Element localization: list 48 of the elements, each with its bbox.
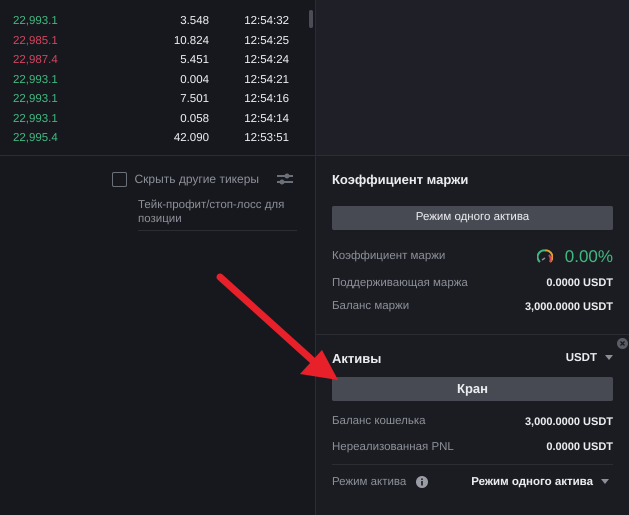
checkbox-label: Скрыть другие тикеры xyxy=(134,171,259,188)
trade-time: 12:54:32 xyxy=(243,14,289,30)
info-icon xyxy=(416,476,428,488)
row-label: Баланс маржи xyxy=(332,299,410,314)
trade-time: 12:54:14 xyxy=(243,112,289,127)
trade-amount: 7.501 xyxy=(179,92,209,108)
faucet-button[interactable]: Кран xyxy=(332,377,613,401)
trade-price: 22,993.1 xyxy=(13,72,59,88)
trade-price: 22,993.1 xyxy=(13,14,59,30)
currency-dropdown[interactable]: USDT xyxy=(566,350,613,367)
close-icon[interactable] xyxy=(617,338,628,348)
row-value: 0.0000 USDT xyxy=(546,276,613,292)
trade-amount: 3.548 xyxy=(179,14,209,30)
checkbox[interactable] xyxy=(112,172,127,186)
trade-price: 22,985.1 xyxy=(13,34,59,49)
section-title: Коэффициент маржи xyxy=(332,171,470,189)
trade-time: 12:54:21 xyxy=(243,72,289,88)
column-header: Тейк-профит/стоп-лосс для позиции xyxy=(138,198,286,226)
row-value: 3,000.0000 USDT xyxy=(524,414,613,430)
trade-price: 22,993.1 xyxy=(13,112,59,127)
scrollbar-thumb[interactable] xyxy=(309,10,313,28)
row-value: 3,000.0000 USDT xyxy=(524,300,613,315)
trade-price: 22,995.4 xyxy=(13,131,59,146)
trade-amount: 0.004 xyxy=(179,72,209,88)
caret-icon xyxy=(601,479,609,486)
trade-amount: 5.451 xyxy=(179,53,209,68)
sliders-icon[interactable] xyxy=(277,172,293,186)
caret-icon xyxy=(605,355,613,362)
trade-time: 12:54:16 xyxy=(243,92,289,108)
gauge-icon xyxy=(536,248,553,264)
trade-amount: 42.090 xyxy=(172,131,209,146)
section-title: Активы xyxy=(332,350,382,368)
row-label: Режим актива xyxy=(332,474,406,490)
row-label: Нереализованная PNL xyxy=(332,440,454,454)
trade-time: 12:54:24 xyxy=(243,53,289,68)
trade-time: 12:53:51 xyxy=(243,131,289,146)
row-value: 0.0000 USDT xyxy=(546,440,613,455)
row-label: Баланс кошелька xyxy=(332,414,426,430)
trade-price: 22,993.1 xyxy=(13,92,59,108)
row-label: Коэффициент маржи xyxy=(332,248,446,264)
trade-amount: 0.058 xyxy=(179,112,209,127)
trade-time: 12:54:25 xyxy=(243,34,289,49)
row-value: 0.00% xyxy=(564,246,613,268)
mode-button[interactable]: Режим одного актива xyxy=(332,206,613,230)
trade-amount: 10.824 xyxy=(172,34,209,49)
row-label: Поддерживающая маржа xyxy=(332,276,468,291)
asset-mode-dropdown[interactable]: Режим одного актива xyxy=(471,474,609,491)
trade-price: 22,987.4 xyxy=(13,53,59,68)
